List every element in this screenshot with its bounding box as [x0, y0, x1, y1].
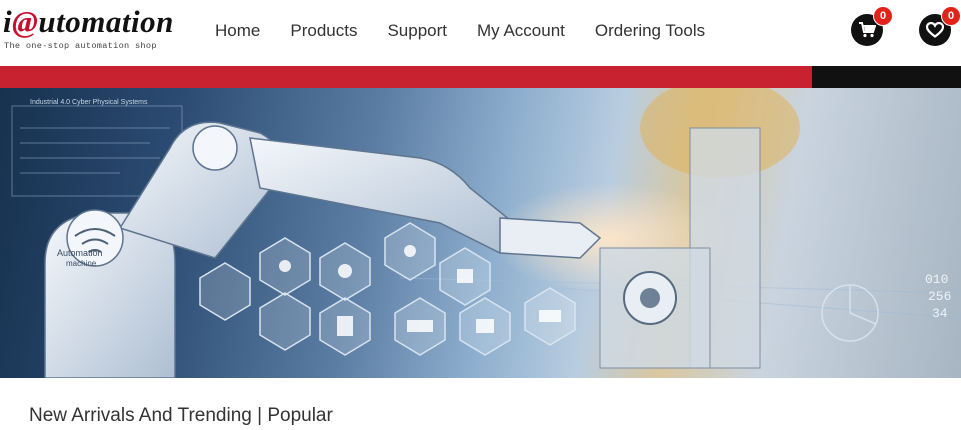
logo-wordmark: i@utomation [3, 4, 174, 39]
promo-strip-dark-segment [812, 66, 961, 88]
nav-support[interactable]: Support [387, 18, 447, 44]
main-nav: Home Products Support My Account Orderin… [200, 18, 720, 44]
digit-readout-3: 34 [932, 306, 948, 321]
logo-tagline: The one-stop automation shop [4, 41, 157, 51]
nav-my-account[interactable]: My Account [477, 18, 565, 44]
cart-button[interactable]: 0 [851, 6, 893, 46]
nav-products[interactable]: Products [290, 18, 357, 44]
wishlist-count-badge: 0 [941, 6, 961, 26]
panel-heading-text: Industrial 4.0 Cyber Physical Systems [30, 99, 148, 106]
digit-readout-1: 010 [925, 272, 948, 287]
robot-label-text: Automation [57, 248, 103, 258]
nav-ordering-tools[interactable]: Ordering Tools [595, 18, 705, 44]
promo-strip [0, 66, 961, 88]
site-logo[interactable]: i@utomation The one-stop automation shop [3, 4, 173, 56]
robot-label-text-2: machine [66, 259, 97, 268]
cart-icon [859, 22, 876, 38]
hero-banner-illustration: Industrial 4.0 Cyber Physical Systems Au… [11, 88, 961, 378]
nav-home[interactable]: Home [215, 18, 260, 44]
hero-banner[interactable]: Industrial 4.0 Cyber Physical Systems Au… [0, 88, 961, 378]
section-title: New Arrivals And Trending | Popular [29, 405, 333, 426]
cart-count-badge: 0 [873, 6, 893, 26]
site-header: i@utomation The one-stop automation shop… [0, 0, 961, 66]
wishlist-button[interactable]: 0 [919, 6, 961, 46]
digit-readout-2: 256 [928, 289, 951, 304]
heart-icon [926, 22, 944, 38]
